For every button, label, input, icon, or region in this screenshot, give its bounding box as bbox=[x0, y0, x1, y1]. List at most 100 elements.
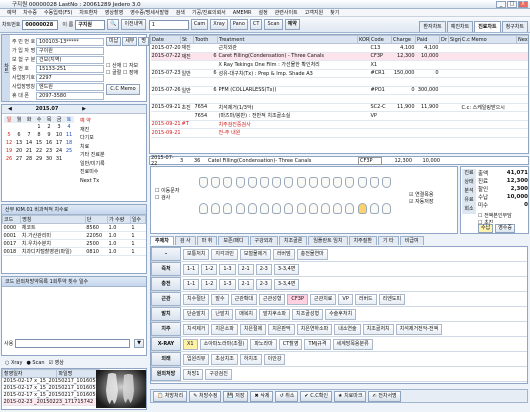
procedure-button[interactable]: CT촬영 bbox=[278, 338, 303, 350]
calendar-day[interactable]: 25 bbox=[64, 147, 74, 155]
e-signature-button[interactable]: ✍ 전차서명 bbox=[368, 390, 401, 402]
procedure-button[interactable]: 매복치 bbox=[235, 308, 258, 320]
table-row[interactable]: 2015-09-21 #T 치주검진중검사 bbox=[150, 120, 528, 129]
calendar-day[interactable]: 15 bbox=[34, 139, 44, 147]
procedure-button[interactable]: 입원리뷰 bbox=[183, 353, 210, 365]
calendar-day[interactable]: 11 bbox=[64, 131, 74, 139]
procedure-button[interactable]: 1-2 bbox=[201, 278, 218, 290]
calendar-day[interactable]: 29 bbox=[34, 155, 44, 163]
revisit-link[interactable]: 재진 bbox=[80, 126, 144, 135]
reservation-link[interactable]: 예 약 bbox=[80, 117, 144, 126]
lower-tooth-icon[interactable] bbox=[199, 203, 208, 214]
cc-memo-button[interactable]: C.C Memo bbox=[106, 84, 140, 95]
calendar-day[interactable]: 23 bbox=[44, 147, 54, 155]
upper-tooth-icon[interactable] bbox=[284, 177, 294, 188]
tab-perio[interactable]: 치주질환 bbox=[348, 236, 377, 245]
table-row[interactable]: 2015-07-26 일반 6 PFM (COLLARLESS(Tx)) #PO1 0 30… bbox=[150, 86, 528, 95]
table-row[interactable]: X Ray Tekings One Film : 가선물한 확인처리 X1 bbox=[150, 60, 528, 70]
menu-item[interactable]: 관련사이트 bbox=[275, 9, 298, 16]
entry-st[interactable]: 3 bbox=[180, 158, 194, 164]
procedure-button[interactable]: 근관치료 bbox=[310, 293, 337, 305]
pay-button[interactable]: 수납 bbox=[478, 224, 494, 233]
waiting-link[interactable]: 다기모 bbox=[80, 134, 144, 143]
procedure-button[interactable]: 치석제거전악-전액 bbox=[395, 323, 443, 335]
recent-input[interactable]: 1 bbox=[148, 19, 189, 30]
checkbox[interactable]: ☐ bbox=[123, 70, 127, 76]
table-row[interactable]: 2015-02-17 x_15_20150217_1016058 bbox=[2, 377, 100, 385]
menu-item[interactable]: 검색 bbox=[176, 9, 185, 16]
upper-tooth-icon[interactable] bbox=[382, 177, 391, 188]
entry-tooth[interactable]: 36 bbox=[194, 158, 208, 164]
procedure-button[interactable]: 치조골성형 bbox=[292, 308, 324, 320]
procedure-button[interactable]: 발치후소파 bbox=[259, 308, 291, 320]
phone-field[interactable]: 2097-3580 bbox=[36, 91, 104, 100]
summary-tab[interactable]: 진료 bbox=[462, 169, 476, 178]
lower-tooth-icon[interactable] bbox=[211, 203, 221, 214]
tab-anesthesia[interactable]: 마 취 bbox=[196, 236, 218, 245]
calendar-day[interactable]: 19 bbox=[4, 147, 14, 155]
upper-tooth-icon[interactable] bbox=[199, 177, 208, 188]
tab-treatment-chart[interactable]: 진료차트 bbox=[474, 21, 501, 32]
procedure-button[interactable]: 세계방목용분류 bbox=[332, 338, 373, 350]
calendar-day[interactable]: 5 bbox=[4, 131, 14, 139]
procedure-button[interactable]: 근관확대 bbox=[230, 293, 258, 305]
calendar-day[interactable]: 26 bbox=[4, 155, 14, 163]
lower-tooth-icon[interactable] bbox=[357, 203, 367, 214]
upper-tooth-icon[interactable] bbox=[211, 177, 221, 188]
scan-button[interactable]: Scan bbox=[264, 19, 283, 30]
entry-date[interactable]: 2015-07-22 bbox=[150, 155, 180, 167]
calendar-day[interactable]: 28 bbox=[24, 155, 34, 163]
table-row[interactable]: 0018 치과디지털촬영관(파일) 0810 1.0 1 bbox=[2, 247, 146, 256]
lower-tooth-icon[interactable] bbox=[333, 203, 343, 214]
reservation-button[interactable]: 예약 bbox=[284, 19, 300, 30]
lower-tooth-icon[interactable] bbox=[345, 203, 355, 214]
summary-tab[interactable]: 상태 bbox=[462, 178, 476, 187]
procedure-button[interactable]: 치은판막 bbox=[268, 323, 295, 335]
subscriber-field[interactable]: 구이원 bbox=[36, 46, 104, 55]
menu-item[interactable]: 고객지원 bbox=[305, 9, 323, 16]
calendar-day[interactable]: 24 bbox=[54, 147, 64, 155]
lower-tooth-icon[interactable] bbox=[321, 203, 330, 214]
cc-confirm-button[interactable]: ✔ C.C확인 bbox=[300, 390, 332, 402]
calendar-day[interactable]: 16 bbox=[44, 139, 54, 147]
ct-button[interactable]: CT bbox=[249, 19, 263, 30]
patient-name-input[interactable]: 구지원 bbox=[75, 19, 106, 30]
lower-tooth-icon[interactable] bbox=[284, 203, 294, 214]
table-row[interactable]: 0001 치.가산관리미 22050 1.0 1 bbox=[2, 231, 146, 240]
prescription-edit-button[interactable]: ✎ 처방수정 bbox=[189, 390, 222, 402]
menu-item[interactable]: 차수증 bbox=[23, 9, 37, 16]
calendar-day[interactable]: 12 bbox=[4, 139, 14, 147]
summary-tab[interactable]: 유료 bbox=[462, 196, 476, 205]
procedure-button[interactable]: X1 bbox=[183, 338, 198, 350]
entry-code[interactable]: CF3P bbox=[358, 156, 382, 165]
procedure-button[interactable]: 2-1 bbox=[237, 263, 254, 275]
calendar-day[interactable]: 8 bbox=[34, 131, 44, 139]
tab-other[interactable]: 기 타 bbox=[377, 236, 399, 245]
procedure-button[interactable]: 내소연술 bbox=[334, 323, 361, 335]
calendar-day[interactable]: 2 bbox=[44, 123, 54, 131]
tab-surgery[interactable]: 구강외과 bbox=[249, 236, 278, 245]
table-row[interactable]: 7654 (마즈마/붕반) : 전반적 치조골소실 VP bbox=[150, 111, 528, 121]
rx-dropdown-button[interactable]: ▼ bbox=[134, 339, 144, 348]
calendar-day[interactable]: 21 bbox=[24, 147, 34, 155]
upper-tooth-icon[interactable] bbox=[272, 177, 282, 188]
prescription-process-button[interactable]: 📋 처방처리 bbox=[153, 390, 188, 402]
radio-scan[interactable]: ● Scan bbox=[26, 360, 44, 366]
tab-claim-chart[interactable]: 청구차트 bbox=[501, 21, 528, 32]
procedure-button[interactable]: 치석제거 bbox=[183, 323, 210, 335]
calendar-day[interactable]: 6 bbox=[14, 131, 24, 139]
procedure-button[interactable]: 하치조 bbox=[239, 353, 262, 365]
calendar-day[interactable]: 27 bbox=[14, 155, 24, 163]
procedure-button[interactable]: 충전물연마 bbox=[296, 248, 328, 260]
procedure-button[interactable]: 2-3 bbox=[255, 278, 272, 290]
tab-conservative[interactable]: 보존/패디 bbox=[218, 236, 249, 245]
other-link[interactable]: 기타 진료분 bbox=[80, 151, 144, 160]
calendar-day[interactable]: 30 bbox=[44, 155, 54, 163]
menu-item[interactable]: 영상촬영 bbox=[105, 9, 123, 16]
unpaid-link[interactable]: 진료미수 bbox=[80, 168, 144, 177]
procedure-button[interactable]: 구강검진 bbox=[205, 368, 232, 380]
calendar-day[interactable]: 9 bbox=[44, 131, 54, 139]
tab-patient-chart[interactable]: 환자차트 bbox=[419, 21, 446, 32]
calendar-day[interactable]: 7 bbox=[24, 131, 34, 139]
workplace-code-field[interactable]: 2297 bbox=[36, 73, 104, 82]
